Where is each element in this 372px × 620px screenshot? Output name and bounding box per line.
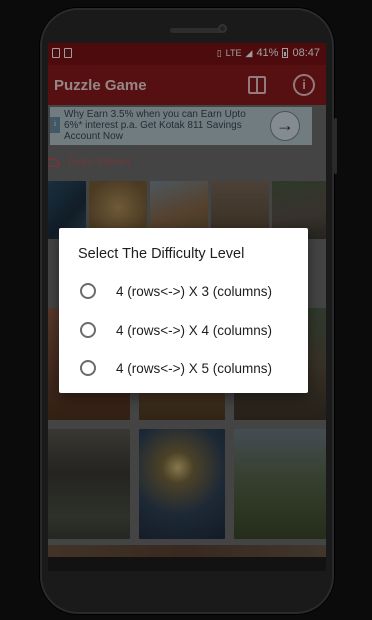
side-button <box>334 118 337 174</box>
device-screen: ▯ LTE ◢ 41% 08:47 Puzzle Game i i Why Ea… <box>48 43 326 557</box>
option-label[interactable]: 4 (rows<->) X 4 (columns) <box>116 323 272 338</box>
radio-button[interactable] <box>80 283 96 299</box>
difficulty-option-4x3[interactable]: 4 (rows<->) X 3 (columns) <box>59 272 308 310</box>
difficulty-dialog: Select The Difficulty Level 4 (rows<->) … <box>59 228 308 393</box>
option-label[interactable]: 4 (rows<->) X 3 (columns) <box>116 284 272 299</box>
dialog-title: Select The Difficulty Level <box>78 246 245 262</box>
option-label[interactable]: 4 (rows<->) X 5 (columns) <box>116 361 272 376</box>
front-camera <box>218 24 227 33</box>
difficulty-option-4x4[interactable]: 4 (rows<->) X 4 (columns) <box>59 311 308 349</box>
radio-button[interactable] <box>80 322 96 338</box>
radio-button[interactable] <box>80 360 96 376</box>
bottom-bezel <box>48 557 326 571</box>
difficulty-option-4x5[interactable]: 4 (rows<->) X 5 (columns) <box>59 349 308 387</box>
